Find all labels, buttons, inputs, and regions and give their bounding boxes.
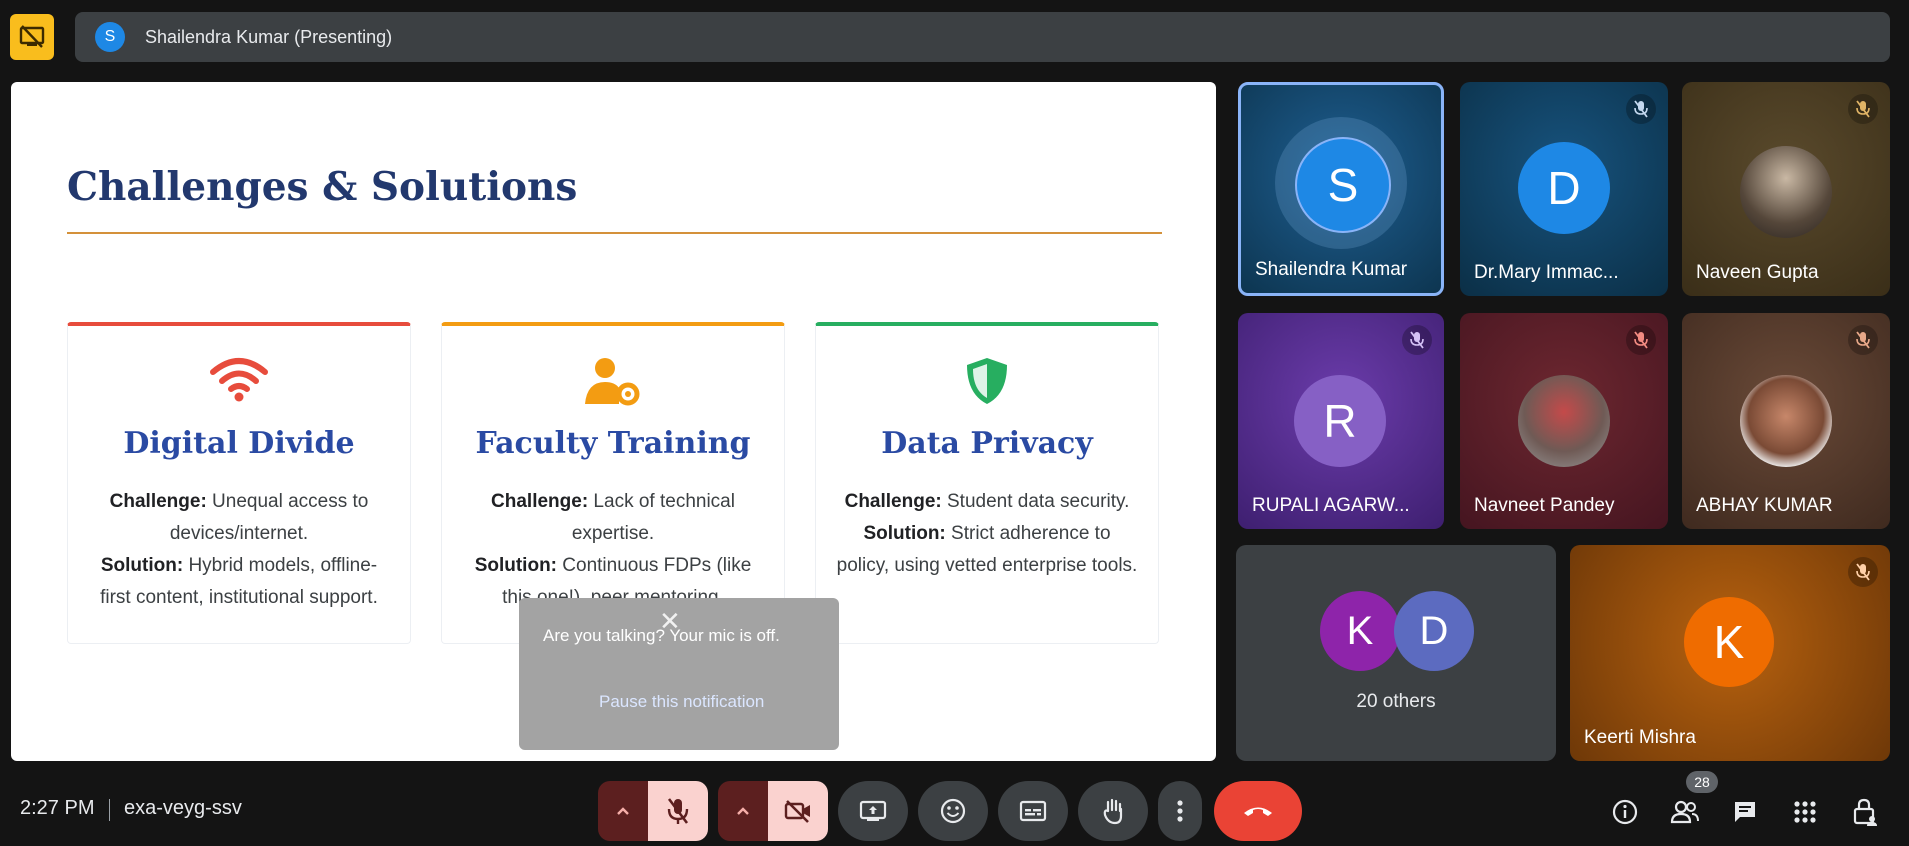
participant-name: Navneet Pandey — [1474, 495, 1615, 516]
people-count-badge: 28 — [1686, 771, 1718, 793]
audio-options-button[interactable] — [598, 781, 648, 841]
card-digital-divide: Digital Divide Challenge: Unequal access… — [67, 322, 411, 644]
stop-presenting-button[interactable] — [10, 14, 54, 60]
mic-off-icon — [1848, 325, 1878, 355]
participant-tile-navneet[interactable]: Navneet Pandey — [1460, 313, 1668, 529]
camera-toggle-button[interactable] — [768, 781, 828, 841]
avatar: S — [1295, 137, 1391, 233]
presenter-label: Shailendra Kumar (Presenting) — [145, 26, 393, 47]
present-off-icon — [19, 25, 45, 48]
participant-tile-shailendra[interactable]: S Shailendra Kumar — [1238, 82, 1444, 296]
hand-icon — [1103, 798, 1123, 825]
others-tile[interactable]: K D 20 others — [1236, 545, 1556, 761]
participant-tile-keerti[interactable]: K Keerti Mishra — [1570, 545, 1890, 761]
info-icon — [1612, 799, 1638, 825]
raise-hand-button[interactable] — [1078, 781, 1148, 841]
title-divider — [67, 232, 1162, 234]
participant-name: Keerti Mishra — [1584, 727, 1696, 748]
people-icon — [1670, 800, 1699, 824]
mic-off-icon — [1848, 557, 1878, 587]
presenter-bar: S Shailendra Kumar (Presenting) — [75, 12, 1890, 62]
more-vert-icon — [1177, 800, 1183, 822]
host-controls-button[interactable] — [1848, 795, 1882, 829]
card-title: Faculty Training — [475, 426, 751, 461]
captions-icon — [1019, 800, 1047, 822]
participant-name: ABHAY KUMAR — [1696, 495, 1833, 516]
chat-button[interactable] — [1728, 795, 1762, 829]
meeting-code: exa-veyg-ssv — [124, 797, 242, 819]
card-body: Challenge: Lack of technical expertise. … — [474, 491, 752, 608]
chevron-up-icon — [737, 807, 749, 815]
people-button[interactable] — [1668, 795, 1702, 829]
lock-person-icon — [1853, 798, 1877, 826]
presenter-avatar: S — [95, 22, 125, 52]
avatar: R — [1294, 375, 1386, 467]
pause-notification-link[interactable]: Pause this notification — [599, 692, 764, 712]
card-faculty-training: Faculty Training Challenge: Lack of tech… — [441, 322, 785, 644]
participant-name: Shailendra Kumar — [1255, 259, 1408, 280]
mic-off-icon — [667, 798, 689, 824]
avatar — [1740, 146, 1832, 238]
card-body: Challenge: Unequal access to devices/int… — [100, 491, 378, 608]
card-title: Data Privacy — [881, 426, 1093, 461]
apps-grid-icon — [1794, 801, 1816, 823]
participant-name: Dr.Mary Immac... — [1474, 262, 1619, 283]
reactions-button[interactable] — [918, 781, 988, 841]
camera-off-icon — [784, 800, 810, 823]
emoji-icon — [940, 798, 966, 824]
participant-name: Naveen Gupta — [1696, 262, 1819, 283]
chevron-up-icon — [617, 807, 629, 815]
wifi-icon — [210, 358, 268, 402]
avatar — [1518, 375, 1610, 467]
mic-off-notification: ✕ Are you talking? Your mic is off. Paus… — [519, 598, 839, 750]
meeting-time: 2:27 PM — [20, 797, 95, 819]
user-gear-icon — [585, 358, 640, 406]
chat-icon — [1735, 802, 1755, 822]
end-call-icon — [1244, 807, 1272, 816]
participant-tile-naveen[interactable]: Naveen Gupta — [1682, 82, 1890, 296]
avatar — [1740, 375, 1832, 467]
card-title: Digital Divide — [123, 426, 355, 461]
participant-name: RUPALI AGARW... — [1252, 495, 1410, 516]
avatar: D — [1518, 142, 1610, 234]
mic-off-icon — [1848, 94, 1878, 124]
mic-off-icon — [1626, 94, 1656, 124]
present-icon — [859, 800, 887, 821]
mic-off-icon — [1402, 325, 1432, 355]
avatar: K — [1320, 591, 1400, 671]
slide-title: Challenges & Solutions — [67, 164, 578, 210]
leave-call-button[interactable] — [1214, 781, 1302, 841]
mic-toggle-button[interactable] — [648, 781, 708, 841]
captions-button[interactable] — [998, 781, 1068, 841]
notification-message: Are you talking? Your mic is off. — [543, 626, 780, 645]
others-count-label: 20 others — [1356, 691, 1436, 712]
mic-off-icon — [1626, 325, 1656, 355]
shield-icon — [967, 358, 1007, 404]
avatar: K — [1684, 597, 1774, 687]
participant-tile-mary[interactable]: D Dr.Mary Immac... — [1460, 82, 1668, 296]
more-options-button[interactable] — [1158, 781, 1202, 841]
card-data-privacy: Data Privacy Challenge: Student data sec… — [815, 322, 1159, 644]
avatar: D — [1394, 591, 1474, 671]
participant-tile-abhay[interactable]: ABHAY KUMAR — [1682, 313, 1890, 529]
divider — [109, 799, 110, 821]
video-options-button[interactable] — [718, 781, 768, 841]
meeting-details-button[interactable] — [1608, 795, 1642, 829]
activities-button[interactable] — [1788, 795, 1822, 829]
card-body: Challenge: Student data security. Soluti… — [836, 491, 1138, 576]
present-screen-button[interactable] — [838, 781, 908, 841]
participant-tile-rupali[interactable]: R RUPALI AGARW... — [1238, 313, 1444, 529]
